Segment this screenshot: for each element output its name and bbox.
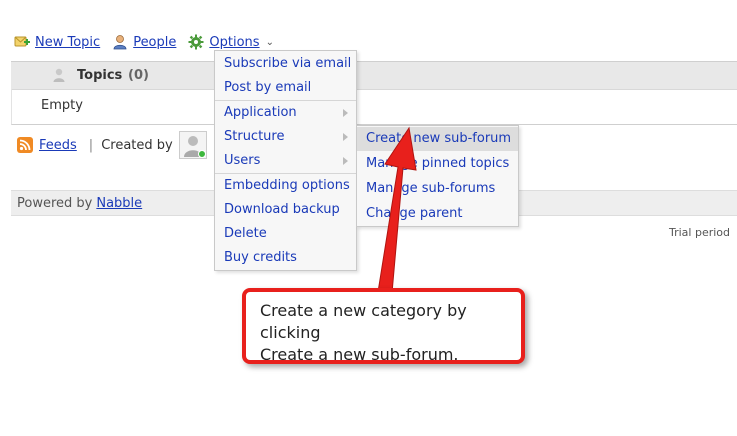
annotation-arrow [377, 126, 417, 294]
callout-box: Create a new category by clicking Create… [242, 288, 525, 364]
callout-line-2: Create a new sub-forum. [260, 345, 459, 364]
callout-line-1: Create a new category by clicking [260, 301, 467, 342]
